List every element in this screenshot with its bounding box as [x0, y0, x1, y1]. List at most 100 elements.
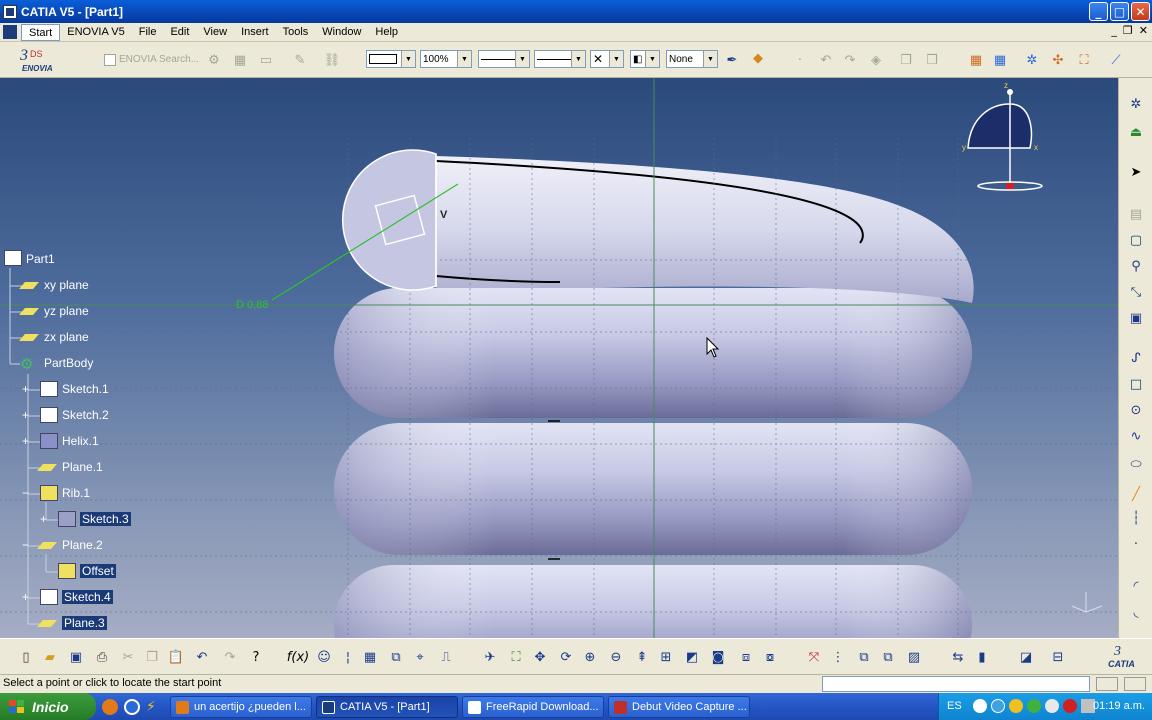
rendering-combo[interactable]: ◧ ▼	[630, 50, 660, 68]
hide-show-icon[interactable]: ⧈	[736, 647, 756, 667]
tree-item-plane3[interactable]: Plane.3	[62, 616, 107, 630]
shading-icon[interactable]: ◙	[708, 647, 728, 667]
task-button-debut[interactable]: Debut Video Capture ...	[608, 696, 750, 718]
knowledge-icon-2[interactable]: ¦	[338, 647, 358, 667]
status-button-1[interactable]	[1096, 677, 1118, 691]
maximize-button[interactable]: □	[1110, 2, 1129, 21]
tree-item-sketch3[interactable]: Sketch.3	[80, 512, 131, 526]
swap-visible-icon[interactable]: ⧇	[760, 647, 780, 667]
task-button-browser[interactable]: un acertijo ¿pueden l...	[170, 696, 312, 718]
geometric-constraints-icon[interactable]: ✣	[1048, 50, 1068, 70]
part-document-icon[interactable]	[4, 250, 22, 266]
spline-icon[interactable]: ∿	[1126, 426, 1146, 446]
minimize-button[interactable]: _	[1089, 2, 1108, 21]
menu-enovia[interactable]: ENOVIA V5	[60, 24, 131, 41]
back-arrow-icon[interactable]	[973, 699, 987, 713]
formula-icon[interactable]: f(x)	[287, 647, 309, 667]
layer-combo[interactable]: None ▼	[666, 50, 718, 68]
tree-item-plane1[interactable]: Plane.1	[62, 460, 103, 474]
menu-tools[interactable]: Tools	[276, 24, 316, 41]
ie-quicklaunch-icon[interactable]	[124, 699, 140, 715]
phone-icon[interactable]: ▮	[972, 647, 992, 667]
undo-icon[interactable]: ↶	[192, 647, 212, 667]
close-button[interactable]: ✕	[1131, 2, 1150, 21]
rectangle-icon[interactable]: ▢	[1126, 230, 1146, 250]
tray-icon-1[interactable]	[991, 699, 1005, 713]
clock[interactable]: 01:19 a.m.	[1093, 700, 1145, 712]
catalog-icon[interactable]: ⧉	[386, 647, 406, 667]
open-icon[interactable]: ▰	[40, 647, 60, 667]
multi-view-icon[interactable]: ⊞	[656, 647, 676, 667]
spring-top-coil[interactable]	[435, 156, 974, 303]
tray-icon-4[interactable]	[1045, 699, 1059, 713]
task-button-freerapid[interactable]: FreeRapid Download...	[462, 696, 604, 718]
dimensional-constraints-icon[interactable]: ⛶	[1074, 50, 1094, 70]
tree-item-plane2[interactable]: Plane.2	[62, 538, 103, 552]
rotate-icon[interactable]: ⟳	[556, 647, 576, 667]
whats-this-icon[interactable]: ?	[246, 647, 266, 667]
apply-material-icon[interactable]: ◪	[1016, 647, 1036, 667]
tree-item-helix1[interactable]: Helix.1	[62, 434, 99, 448]
expand-plus-icon[interactable]: +	[22, 591, 29, 603]
fit-all-icon[interactable]: ⛶	[506, 647, 526, 667]
select-arrow-icon[interactable]: ➤	[1126, 162, 1146, 182]
normal-view-icon[interactable]: ⇞	[632, 647, 652, 667]
menu-insert[interactable]: Insert	[234, 24, 276, 41]
tree-item-partbody[interactable]: PartBody	[44, 356, 93, 370]
rectangle-tool-icon[interactable]: □	[1126, 374, 1146, 394]
point-icon[interactable]: ·	[1126, 534, 1146, 554]
sketch-analysis-icon[interactable]: ⟋	[1106, 50, 1126, 70]
circle-icon[interactable]: ⊙	[1126, 400, 1146, 420]
measure-icon[interactable]: ⌖	[410, 647, 430, 667]
constraint-icon[interactable]: ⤧	[804, 647, 824, 667]
graphic-properties-icon[interactable]: ◆	[748, 48, 768, 68]
image-icon[interactable]: ▨	[904, 647, 924, 667]
profile-icon[interactable]: ᔑ	[1126, 348, 1146, 368]
enovia-logo[interactable]: 3 DS ENOVIA	[14, 46, 64, 74]
profile-circle[interactable]	[342, 149, 437, 291]
part-design-icon[interactable]: ✲	[1126, 94, 1146, 114]
expand-plus-icon[interactable]: +	[22, 435, 29, 447]
new-icon[interactable]: ▯	[16, 647, 36, 667]
line-type-combo[interactable]: ▼	[534, 50, 586, 68]
exit-workbench-icon[interactable]: ⏏	[1126, 122, 1146, 142]
task-button-catia[interactable]: CATIA V5 - [Part1]	[316, 696, 458, 718]
trim-icon[interactable]: ⤡	[1126, 282, 1146, 302]
menu-edit[interactable]: Edit	[163, 24, 196, 41]
3d-viewport[interactable]: D 0,88 V z y x Part1 xy plane yz plane z…	[0, 78, 1118, 638]
grid-icon[interactable]: ▦	[966, 50, 986, 70]
transparency-combo[interactable]: 100% ▼	[420, 50, 472, 68]
start-button[interactable]: Inicio	[0, 693, 96, 720]
tray-icon-5[interactable]	[1063, 699, 1077, 713]
tree-item-sketch2[interactable]: Sketch.2	[62, 408, 109, 422]
zoom-out-icon[interactable]: ⊖	[606, 647, 626, 667]
chamfer-icon[interactable]: ◟	[1126, 602, 1146, 622]
collapse-minus-icon[interactable]: −	[22, 539, 29, 551]
tree-item-zx-plane[interactable]: zx plane	[44, 330, 89, 344]
line-thickness-combo[interactable]: ▼	[478, 50, 530, 68]
doc-minimize-button[interactable]: _	[1111, 24, 1117, 37]
iso-view-icon[interactable]: ◩	[682, 647, 702, 667]
language-indicator[interactable]: ES	[947, 700, 962, 712]
document-icon[interactable]	[3, 25, 17, 39]
compass[interactable]: z y x	[962, 81, 1043, 191]
tree-item-xy-plane[interactable]: xy plane	[44, 278, 89, 292]
axis-icon[interactable]: ┆	[1126, 508, 1146, 528]
snap-grid-icon[interactable]: ▦	[990, 50, 1010, 70]
color-combo[interactable]: ▼	[366, 50, 416, 68]
menu-window[interactable]: Window	[315, 24, 368, 41]
expand-plus-icon[interactable]: +	[22, 409, 29, 421]
scene-svg[interactable]: D 0,88 V z y x	[0, 78, 1118, 638]
analysis-icon[interactable]: ⎍	[436, 647, 456, 667]
winamp-quicklaunch-icon[interactable]: ⚡	[146, 699, 162, 715]
print-icon[interactable]: ⎙	[92, 647, 112, 667]
expand-plus-icon[interactable]: +	[22, 383, 29, 395]
vertical-dots-icon[interactable]: ⋮	[828, 647, 848, 667]
tree-item-rib1[interactable]: Rib.1	[62, 486, 90, 500]
construction-element-icon[interactable]: ✲	[1022, 50, 1042, 70]
menu-file[interactable]: File	[132, 24, 164, 41]
doc-close-button[interactable]: ✕	[1139, 24, 1148, 37]
knowledge-icon[interactable]: ☺	[314, 647, 334, 667]
tree-item-offset[interactable]: Offset	[80, 564, 116, 578]
table-icon[interactable]: ▦	[360, 647, 380, 667]
